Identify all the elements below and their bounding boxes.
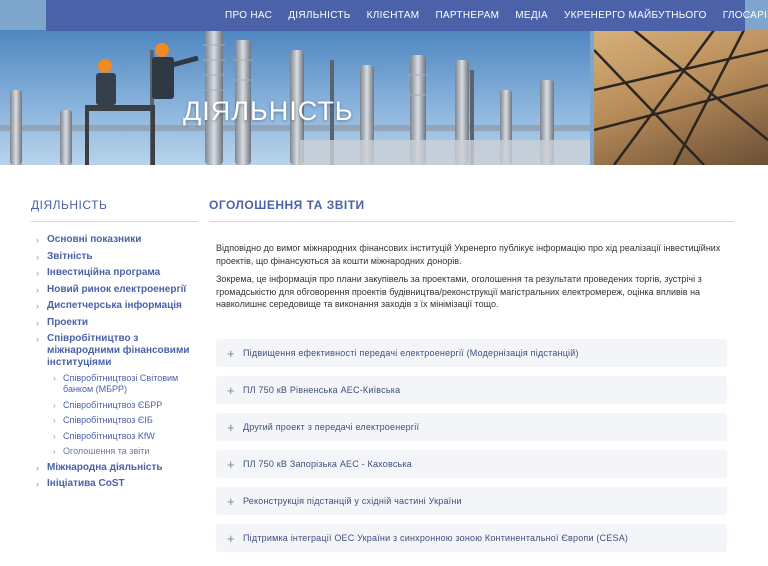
chevron-right-icon: ›	[36, 462, 39, 473]
sidebar-subitem-world-bank[interactable]: › Співробітництвозі Світовим банком (МБРР…	[53, 373, 199, 395]
sidebar-item-dispatch-info[interactable]: › Диспетчерська інформація	[36, 300, 199, 312]
accordion-label: Підтримка інтеграції ОЕС України з синхр…	[243, 533, 629, 543]
nav-item-glossary[interactable]: ГЛОСАРІЙ	[715, 0, 768, 31]
intro-paragraph: Зокрема, це інформація про плани закупів…	[216, 274, 702, 309]
accordion-item[interactable]: + Підтримка інтеграції ОЕС України з син…	[216, 524, 727, 552]
plus-icon: +	[227, 493, 235, 509]
accordion-label: ПЛ 750 кВ Рівненська АЕС-Київська	[243, 385, 401, 395]
sidebar-item-new-market[interactable]: › Новий ринок електроенергії	[36, 284, 199, 296]
nav-item-about[interactable]: ПРО НАС	[217, 0, 280, 31]
chevron-right-icon: ›	[53, 416, 56, 425]
sidebar-item-investment-program[interactable]: › Інвестиційна програма	[36, 267, 199, 279]
accordion-label: ПЛ 750 кВ Запорізька АЕС - Каховська	[243, 459, 412, 469]
main-navigation: ПРО НАС ДІЯЛЬНІСТЬ КЛІЄНТАМ ПАРТНЕРАМ МЕ…	[217, 0, 768, 31]
sidebar-subitem-label: Співробітництвозі Світовим банком (МБРР)	[63, 373, 179, 394]
sidebar-subitem-kfw[interactable]: › Співробітництвоз KfW	[53, 431, 199, 442]
sidebar-item-label: Ініціатива CoST	[47, 478, 125, 489]
sidebar-item-label: Міжнародна діяльність	[47, 461, 163, 473]
chevron-right-icon: ›	[36, 317, 39, 328]
chevron-right-icon: ›	[53, 447, 56, 456]
nav-item-partners[interactable]: ПАРТНЕРАМ	[427, 0, 507, 31]
chevron-right-icon: ›	[53, 400, 56, 410]
chevron-right-icon: ›	[36, 284, 39, 295]
power-tower-illustration	[594, 30, 768, 165]
sidebar-subitem-label: Співробітництвоз ЄБРР	[63, 399, 163, 410]
chevron-right-icon: ›	[36, 334, 39, 344]
top-bar-left-strip	[46, 0, 211, 31]
intro-text: Відповідно до вимог міжнародних фінансов…	[216, 242, 724, 311]
sidebar: ДІЯЛЬНІСТЬ › Основні показники › Звітність…	[31, 198, 199, 495]
sidebar-item-label: Співробітництво з міжнародними фінансови…	[47, 333, 190, 368]
plus-icon: +	[227, 382, 235, 398]
main-content: ОГОЛОШЕННЯ ТА ЗВІТИ Відповідно до вимог …	[209, 198, 734, 317]
nav-item-clients[interactable]: КЛІЄНТАМ	[359, 0, 428, 31]
sidebar-item-projects[interactable]: › Проекти	[36, 317, 199, 329]
page-title: ОГОЛОШЕННЯ ТА ЗВІТИ	[209, 198, 734, 222]
chevron-right-icon: ›	[36, 268, 39, 278]
sidebar-item-ifi-cooperation[interactable]: › Співробітництво з міжнародними фінансов…	[36, 333, 199, 457]
nav-item-activity[interactable]: ДІЯЛЬНІСТЬ	[280, 0, 358, 31]
sidebar-item-label: Звітність	[47, 250, 93, 262]
sidebar-item-label: Новий ринок електроенергії	[47, 283, 187, 295]
nav-item-media[interactable]: МЕДІА	[507, 0, 556, 31]
accordion-label: Другий проект з передачі електроенергії	[243, 422, 420, 432]
plus-icon: +	[227, 419, 235, 435]
hero-title: ДІЯЛЬНІСТЬ	[183, 96, 354, 126]
sidebar-subitem-label: Співробітництвоз ЄІБ	[63, 415, 153, 425]
accordion-item[interactable]: + ПЛ 750 кВ Запорізька АЕС - Каховська	[216, 450, 727, 478]
accordion-item[interactable]: + Другий проект з передачі електроенергі…	[216, 413, 727, 441]
sidebar-item-cost-initiative[interactable]: › Ініціатива CoST	[36, 478, 199, 490]
chevron-right-icon: ›	[36, 235, 39, 245]
sidebar-item-label: Диспетчерська інформація	[47, 300, 182, 311]
chevron-right-icon: ›	[36, 479, 39, 489]
sidebar-menu: › Основні показники › Звітність › Інвестиці…	[31, 234, 199, 490]
accordion-item[interactable]: + Підвищення ефективності передачі елект…	[216, 339, 727, 367]
chevron-right-icon: ›	[53, 431, 56, 441]
sidebar-item-label: Основні показники	[47, 234, 142, 245]
accordion-list: + Підвищення ефективності передачі елект…	[216, 339, 727, 561]
nav-item-future[interactable]: УКРЕНЕРГО МАЙБУТНЬОГО	[556, 0, 715, 31]
sidebar-subitem-label: Співробітництвоз KfW	[63, 430, 155, 441]
accordion-item[interactable]: + ПЛ 750 кВ Рівненська АЕС-Київська	[216, 376, 727, 404]
sidebar-subitem-label: Оголошення та звіти	[63, 446, 150, 456]
chevron-right-icon: ›	[53, 374, 56, 383]
sidebar-item-label: Проекти	[47, 316, 89, 328]
chevron-right-icon: ›	[36, 301, 39, 311]
sidebar-item-international[interactable]: › Міжнародна діяльність	[36, 462, 199, 474]
sidebar-item-reporting[interactable]: › Звітність	[36, 251, 199, 263]
sidebar-subitem-ebrd[interactable]: › Співробітництвоз ЄБРР	[53, 400, 199, 411]
chevron-right-icon: ›	[36, 251, 39, 262]
hero-image-tower	[594, 30, 768, 165]
plus-icon: +	[227, 456, 235, 472]
intro-paragraph: Відповідно до вимог міжнародних фінансов…	[216, 243, 721, 266]
plus-icon: +	[227, 345, 235, 361]
plus-icon: +	[227, 530, 235, 546]
sidebar-item-key-indicators[interactable]: › Основні показники	[36, 234, 199, 246]
accordion-item[interactable]: + Реконструкція підстанцій у східній час…	[216, 487, 727, 515]
sidebar-title: ДІЯЛЬНІСТЬ	[31, 198, 198, 222]
accordion-label: Підвищення ефективності передачі електро…	[243, 348, 579, 358]
sidebar-submenu: › Співробітництвозі Світовим банком (МБРР…	[47, 373, 199, 457]
sidebar-subitem-announcements[interactable]: › Оголошення та звіти	[53, 446, 199, 457]
accordion-label: Реконструкція підстанцій у східній части…	[243, 496, 462, 506]
sidebar-item-label: Інвестиційна програма	[47, 267, 161, 278]
sidebar-subitem-eib[interactable]: › Співробітництвоз ЄІБ	[53, 415, 199, 426]
